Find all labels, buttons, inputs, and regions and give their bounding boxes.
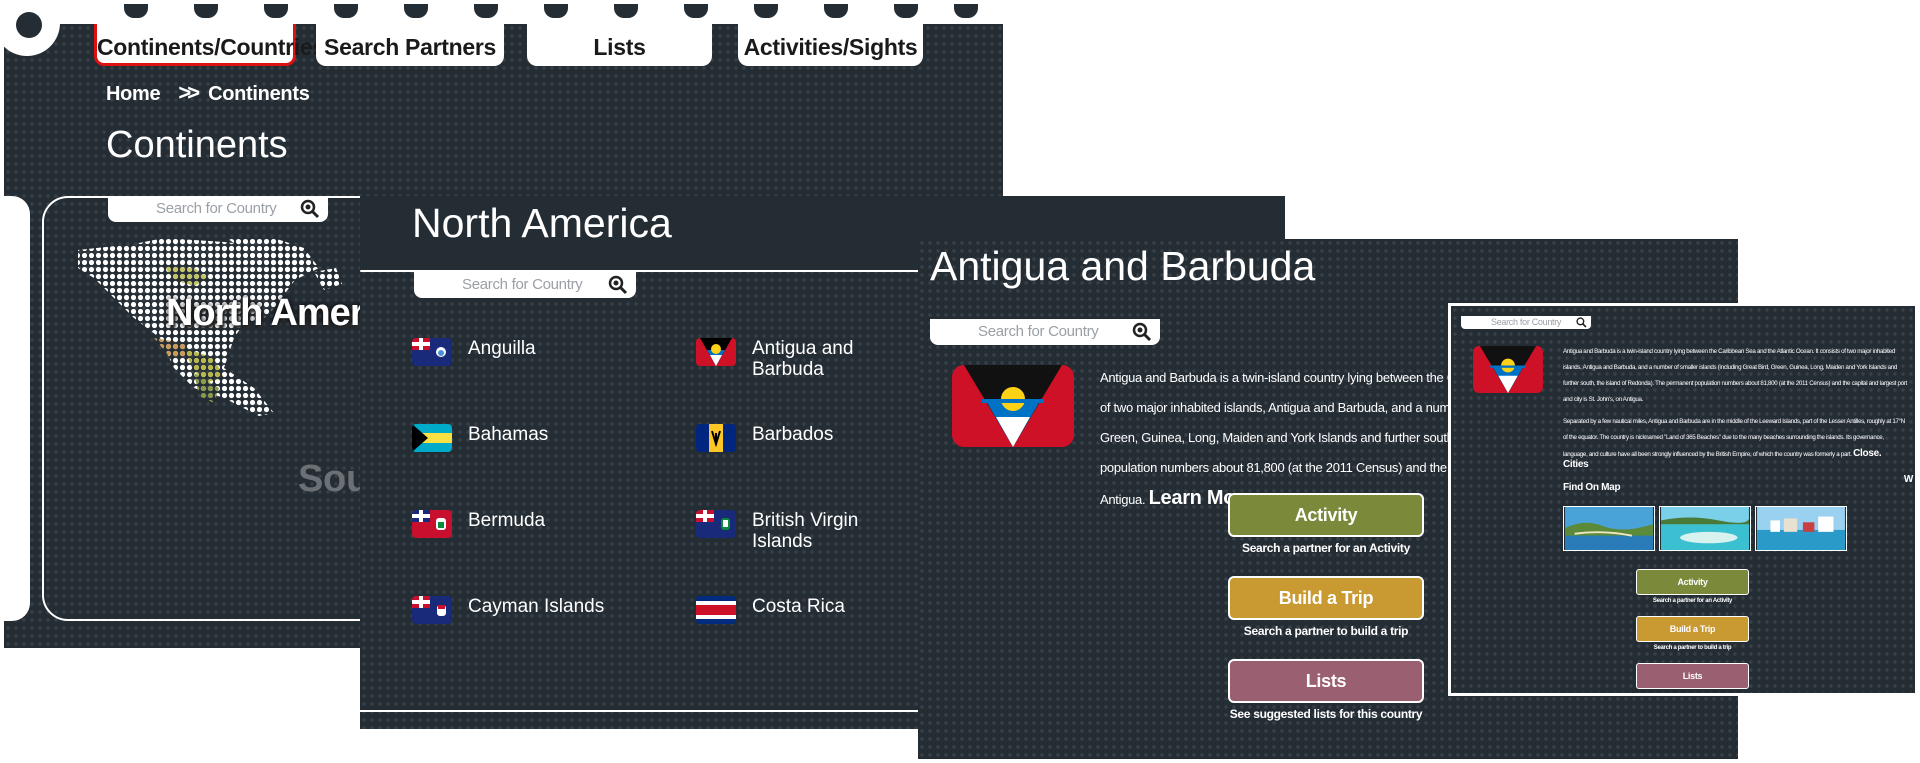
country-title: Antigua and Barbuda bbox=[930, 243, 1316, 289]
antigua-barbuda-flag-image bbox=[1473, 346, 1543, 393]
country-item-anguilla[interactable]: Anguilla bbox=[412, 338, 536, 366]
photo-thumbnail-3[interactable] bbox=[1755, 506, 1847, 551]
description-paragraph-1: Antigua and Barbuda is a twin-island cou… bbox=[1563, 348, 1907, 403]
lists-button[interactable]: Lists bbox=[1228, 659, 1424, 703]
country-name: Antigua and Barbuda bbox=[752, 338, 854, 380]
build-trip-button[interactable]: Build a Trip bbox=[1636, 616, 1749, 642]
country-search-input[interactable]: Search for Country bbox=[414, 272, 636, 298]
lists-button[interactable]: Lists bbox=[1636, 663, 1749, 689]
country-name: Barbados bbox=[752, 424, 834, 445]
search-placeholder: Search for Country bbox=[462, 276, 583, 293]
cities-link[interactable]: Cities bbox=[1563, 459, 1589, 470]
country-item-costa-rica[interactable]: Costa Rica bbox=[696, 596, 845, 624]
activity-button[interactable]: Activity bbox=[1636, 569, 1749, 595]
country-search-input[interactable]: Search for Country bbox=[930, 319, 1160, 345]
bahamas-flag-icon bbox=[412, 424, 452, 452]
activity-button[interactable]: Activity bbox=[1228, 493, 1424, 537]
country-name: British Virgin Islands bbox=[752, 510, 859, 552]
photo-thumbnail-1[interactable] bbox=[1563, 506, 1655, 551]
country-name: Cayman Islands bbox=[468, 596, 605, 617]
activity-caption: Search a partner for an Activity bbox=[1652, 598, 1733, 604]
country-item-barbados[interactable]: Barbados bbox=[696, 424, 833, 452]
left-edge-frame bbox=[4, 196, 30, 621]
tab-activities-sights[interactable]: Activities/Sights bbox=[738, 24, 923, 66]
search-placeholder: Search for Country bbox=[1491, 317, 1562, 327]
country-description-expanded: Antigua and Barbuda is a twin-island cou… bbox=[1563, 344, 1908, 463]
country-search-input[interactable]: Search for Country bbox=[108, 196, 328, 222]
country-expanded-screen: Search for Country Antigua and Barbuda i… bbox=[1448, 303, 1918, 696]
bvi-flag-icon bbox=[696, 510, 736, 538]
photo-thumbnail-2[interactable] bbox=[1659, 506, 1751, 551]
close-link[interactable]: Close. bbox=[1853, 448, 1882, 459]
build-trip-caption: Search a partner to build a trip bbox=[1243, 624, 1409, 638]
antigua-barbuda-flag-image bbox=[952, 365, 1074, 447]
country-name: Bermuda bbox=[468, 510, 546, 531]
search-placeholder: Search for Country bbox=[978, 323, 1099, 340]
country-item-bahamas[interactable]: Bahamas bbox=[412, 424, 548, 452]
header-band bbox=[4, 0, 1003, 24]
country-name: Costa Rica bbox=[752, 596, 845, 617]
truncated-edge-text: W bbox=[1903, 474, 1913, 485]
costa-rica-flag-icon bbox=[696, 596, 736, 624]
tab-continents-countries[interactable]: Continents/Countries bbox=[94, 24, 325, 66]
antigua-barbuda-flag-icon bbox=[696, 338, 736, 366]
lists-caption: See suggested lists for this country bbox=[1229, 707, 1423, 721]
search-icon[interactable] bbox=[300, 199, 320, 219]
tab-search-partners[interactable]: Search Partners bbox=[316, 24, 504, 66]
activity-caption: Search a partner for an Activity bbox=[1241, 541, 1410, 555]
search-icon[interactable] bbox=[1576, 317, 1587, 328]
find-on-map-link[interactable]: Find On Map bbox=[1563, 482, 1621, 493]
country-search-input[interactable]: Search for Country bbox=[1461, 316, 1591, 329]
search-icon[interactable] bbox=[1132, 322, 1152, 342]
country-item-british-virgin-islands[interactable]: British Virgin Islands bbox=[696, 510, 896, 552]
search-placeholder: Search for Country bbox=[156, 200, 277, 217]
build-trip-caption: Search a partner to build a trip bbox=[1653, 645, 1732, 651]
breadcrumb-separator-icon: >> bbox=[178, 80, 200, 105]
cayman-flag-icon bbox=[412, 596, 452, 624]
region-title: North America bbox=[412, 200, 672, 246]
country-name: Anguilla bbox=[468, 338, 536, 359]
country-item-antigua-barbuda[interactable]: Antigua and Barbuda bbox=[696, 338, 896, 380]
breadcrumb-home[interactable]: Home bbox=[106, 83, 161, 105]
search-icon[interactable] bbox=[608, 275, 628, 295]
country-item-bermuda[interactable]: Bermuda bbox=[412, 510, 545, 538]
build-trip-button[interactable]: Build a Trip bbox=[1228, 576, 1424, 620]
country-name: Bahamas bbox=[468, 424, 549, 445]
bermuda-flag-icon bbox=[412, 510, 452, 538]
breadcrumb: Home >> Continents bbox=[106, 80, 310, 106]
breadcrumb-current: Continents bbox=[208, 83, 310, 105]
country-item-cayman-islands[interactable]: Cayman Islands bbox=[412, 596, 604, 624]
page-title: Continents bbox=[106, 124, 288, 166]
anguilla-flag-icon bbox=[412, 338, 452, 366]
site-logo[interactable] bbox=[4, 0, 60, 56]
barbados-flag-icon bbox=[696, 424, 736, 452]
tab-lists[interactable]: Lists bbox=[527, 24, 712, 66]
